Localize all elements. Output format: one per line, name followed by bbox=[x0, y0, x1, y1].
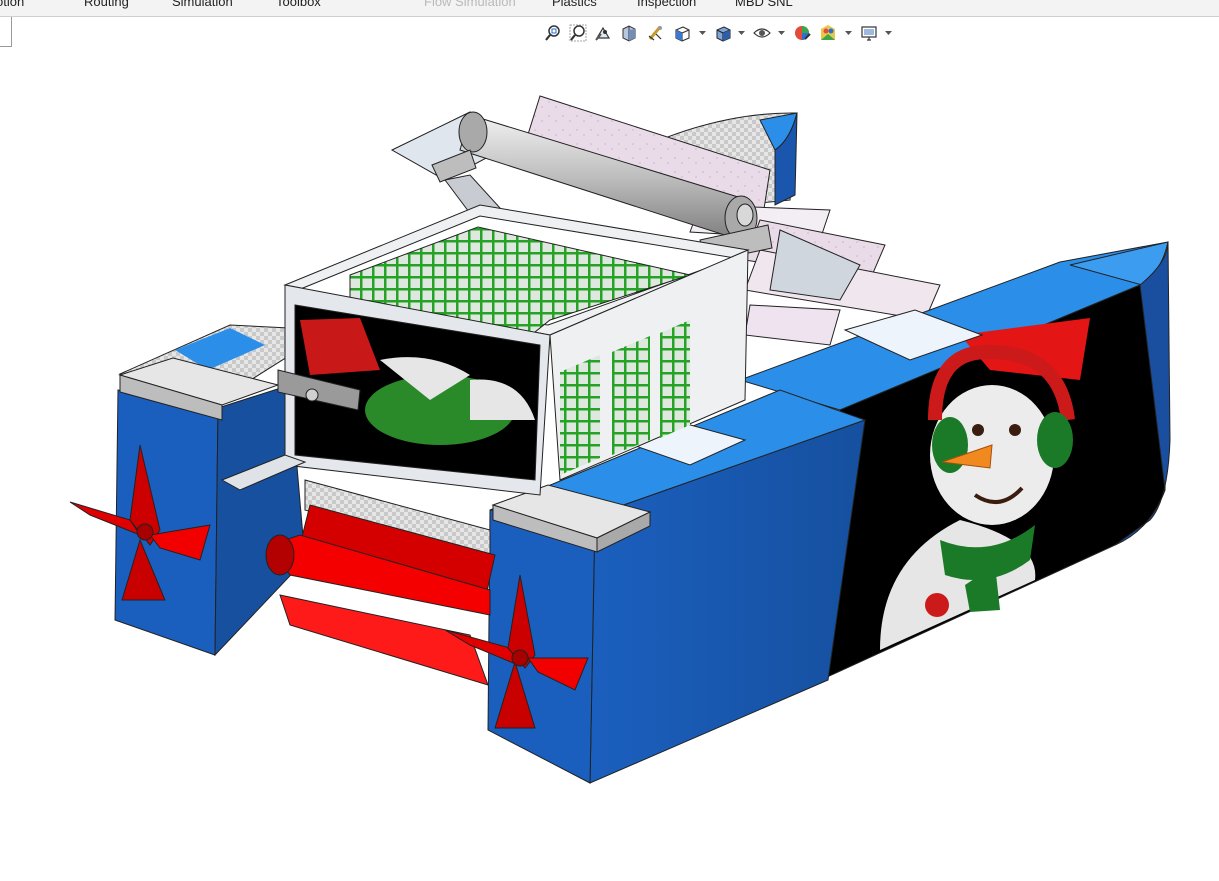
tab-inspection[interactable]: Inspection bbox=[637, 0, 696, 10]
tab-toolbox[interactable]: Toolbox bbox=[276, 0, 321, 10]
display-style-icon[interactable] bbox=[712, 22, 734, 44]
tab-plastics[interactable]: Plastics bbox=[552, 0, 597, 10]
tab-routing[interactable]: Routing bbox=[84, 0, 129, 10]
edit-appearance-icon[interactable] bbox=[791, 22, 813, 44]
tab-motion[interactable]: otion bbox=[0, 0, 24, 10]
chevron-down-icon[interactable] bbox=[738, 30, 745, 36]
view-orientation-icon[interactable] bbox=[671, 22, 693, 44]
chevron-down-icon[interactable] bbox=[885, 30, 892, 36]
chevron-down-icon[interactable] bbox=[845, 30, 852, 36]
dynamic-annotation-icon[interactable] bbox=[644, 22, 666, 44]
tab-mbd-snl[interactable]: MBD SNL bbox=[735, 0, 793, 10]
section-view-icon[interactable] bbox=[618, 22, 640, 44]
graphics-area[interactable] bbox=[0, 48, 1219, 881]
hide-show-items-icon[interactable] bbox=[751, 22, 773, 44]
chevron-down-icon[interactable] bbox=[699, 30, 706, 36]
command-manager-tabs: otion Routing Simulation Toolbox Flow Si… bbox=[0, 0, 1219, 17]
view-settings-icon[interactable] bbox=[858, 22, 880, 44]
previous-view-icon[interactable] bbox=[592, 22, 614, 44]
zoom-to-fit-icon[interactable] bbox=[542, 22, 564, 44]
boat-model-render bbox=[69, 95, 1171, 784]
tab-flow-simulation[interactable]: Flow Simulation bbox=[424, 0, 516, 10]
chevron-down-icon[interactable] bbox=[778, 30, 785, 36]
zoom-to-area-icon[interactable] bbox=[567, 22, 589, 44]
heads-up-view-toolbar bbox=[540, 22, 900, 44]
document-window-edge bbox=[0, 17, 12, 47]
apply-scene-icon[interactable] bbox=[817, 22, 839, 44]
tab-simulation[interactable]: Simulation bbox=[172, 0, 233, 10]
